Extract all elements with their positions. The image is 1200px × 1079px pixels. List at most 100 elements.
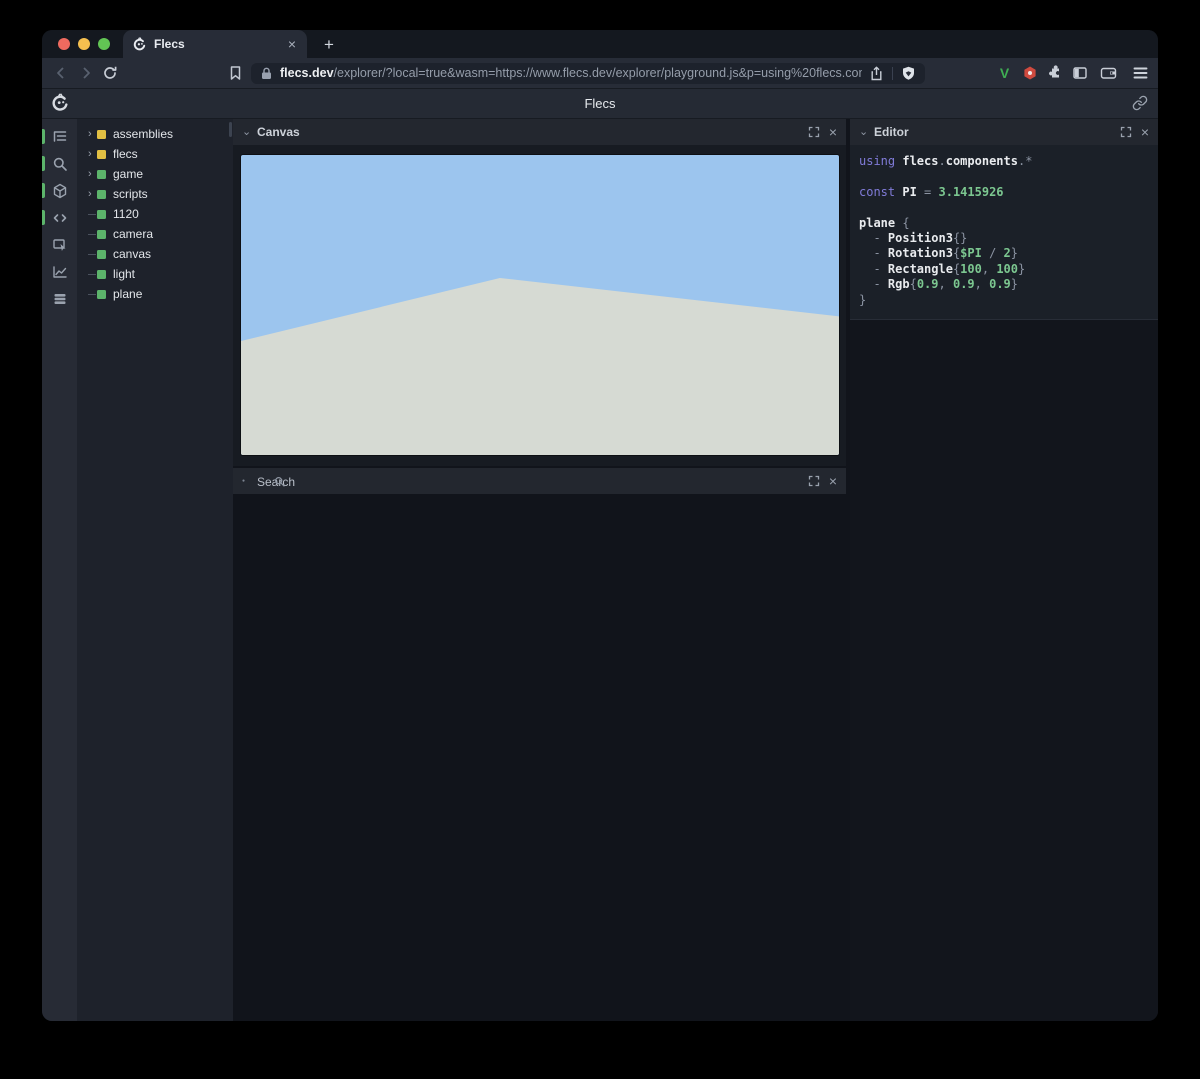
tree-item-assemblies[interactable]: › assemblies [77,124,233,144]
entity-label: assemblies [113,127,173,141]
tree-item-light[interactable]: light [77,264,233,284]
lock-icon [261,67,272,80]
tree-item-1120[interactable]: 1120 [77,204,233,224]
canvas-panel-title: Canvas [257,125,300,139]
entity-tree-panel: ›assemblies›flecs›game›scripts1120camera… [77,119,233,1021]
page-title: Flecs [42,96,1158,111]
canvas-3d-viewport[interactable] [240,154,840,456]
leaf-connector [88,214,96,215]
active-indicator [42,156,45,171]
close-window-button[interactable] [58,38,70,50]
expander-icon[interactable]: › [88,150,97,159]
editor-collapse-chevron-icon[interactable]: ⌄ [859,127,872,138]
tab-close-icon[interactable]: × [286,37,298,51]
canvas-fullscreen-icon[interactable] [808,126,820,138]
wallet-icon[interactable] [1096,63,1121,83]
extensions-puzzle-icon[interactable] [1042,63,1067,83]
vue-devtools-extension-icon[interactable]: V [992,63,1017,83]
code-line: - Rgb{0.9, 0.9, 0.9} [859,277,1154,292]
hexagon-extension-icon[interactable] [1017,63,1042,83]
expander-icon[interactable]: › [88,170,97,179]
code-line [859,169,1154,184]
search-panel-title: Search [257,475,269,487]
sidebar-tool-inspector[interactable] [42,231,77,258]
code-line [859,200,1154,215]
forward-button[interactable] [77,64,95,82]
back-button[interactable] [52,64,70,82]
browser-toolbar: flecs.dev/explorer/?local=true&wasm=http… [42,58,1158,88]
tab-strip: Flecs × + [42,30,1158,58]
leaf-connector [88,234,96,235]
browser-tab[interactable]: Flecs × [123,30,307,58]
tab-title: Flecs [154,37,286,51]
app-main: ›assemblies›flecs›game›scripts1120camera… [42,118,1158,1021]
zoom-window-button[interactable] [98,38,110,50]
sidebar-tool-cube[interactable] [42,177,77,204]
tree-scrollbar[interactable] [229,122,232,137]
browser-menu-icon[interactable] [1133,66,1148,80]
editor-panel: ⌄ Editor × using flecs.components.* cons… [850,119,1158,1021]
entity-label: plane [113,287,142,301]
address-bar-actions [870,66,915,81]
entity-label: 1120 [113,207,139,221]
editor-close-icon[interactable]: × [1141,125,1149,139]
canvas-close-icon[interactable]: × [829,125,837,139]
editor-panel-title: Editor [874,125,909,139]
share-icon[interactable] [870,66,883,81]
entity-label: canvas [113,247,151,261]
editor-code[interactable]: using flecs.components.* const PI = 3.14… [850,145,1158,320]
tree-item-flecs[interactable]: › flecs [77,144,233,164]
window-controls [42,38,123,58]
canvas-panel-body [233,145,846,466]
tree-item-scripts[interactable]: › scripts [77,184,233,204]
tree-item-plane[interactable]: plane [77,284,233,304]
sidebar-tool-search[interactable] [42,150,77,177]
extension-icons: V [992,63,1121,83]
tool-rail [42,119,77,1021]
expander-icon[interactable]: › [88,130,97,139]
url-path: /explorer/?local=true&wasm=https://www.f… [334,66,862,80]
url-domain: flecs.dev [280,66,334,80]
search-fullscreen-icon[interactable] [808,475,820,487]
code-line: using flecs.components.* [859,154,1154,169]
entity-square-icon [97,150,106,159]
sidebar-tool-chart[interactable] [42,258,77,285]
entity-square-icon [97,170,106,179]
desktop-background: Flecs × + flecs. [0,0,1200,1079]
tree-item-camera[interactable]: camera [77,224,233,244]
editor-fullscreen-icon[interactable] [1120,126,1132,138]
brave-shield-icon[interactable] [902,66,915,81]
editor-empty-area [850,320,1158,1021]
sidebar-tool-tree[interactable] [42,123,77,150]
code-line: } [859,293,1154,308]
canvas-collapse-chevron-icon[interactable]: ⌄ [242,127,255,138]
expander-icon[interactable]: › [88,190,97,199]
sidebar-toggle-icon[interactable] [1067,63,1092,83]
entity-square-icon [97,230,106,239]
tree-item-game[interactable]: ›game [77,164,233,184]
sidebar-tool-table[interactable] [42,285,77,312]
entity-label: flecs [113,147,138,161]
link-icon[interactable] [1132,95,1148,111]
active-indicator [42,129,45,144]
entity-label: scripts [113,187,148,201]
browser-window: Flecs × + flecs. [42,30,1158,1021]
entity-square-icon [97,250,106,259]
entity-label: camera [113,227,153,241]
search-panel-actions: × [808,474,837,488]
sidebar-tool-code[interactable] [42,204,77,231]
address-bar[interactable]: flecs.dev/explorer/?local=true&wasm=http… [251,63,925,84]
bookmark-icon[interactable] [228,65,243,81]
flecs-favicon-icon [132,37,147,52]
search-close-icon[interactable]: × [829,474,837,488]
minimize-window-button[interactable] [78,38,90,50]
active-indicator [42,210,45,225]
leaf-connector [88,274,96,275]
reload-button[interactable] [101,64,119,82]
search-magnifier-icon[interactable] [274,476,285,487]
code-line: - Rotation3{$PI / 2} [859,246,1154,261]
tree-item-canvas[interactable]: canvas [77,244,233,264]
new-tab-button[interactable]: + [324,36,334,53]
url-text: flecs.dev/explorer/?local=true&wasm=http… [280,66,862,80]
app-header: Flecs [42,88,1158,118]
